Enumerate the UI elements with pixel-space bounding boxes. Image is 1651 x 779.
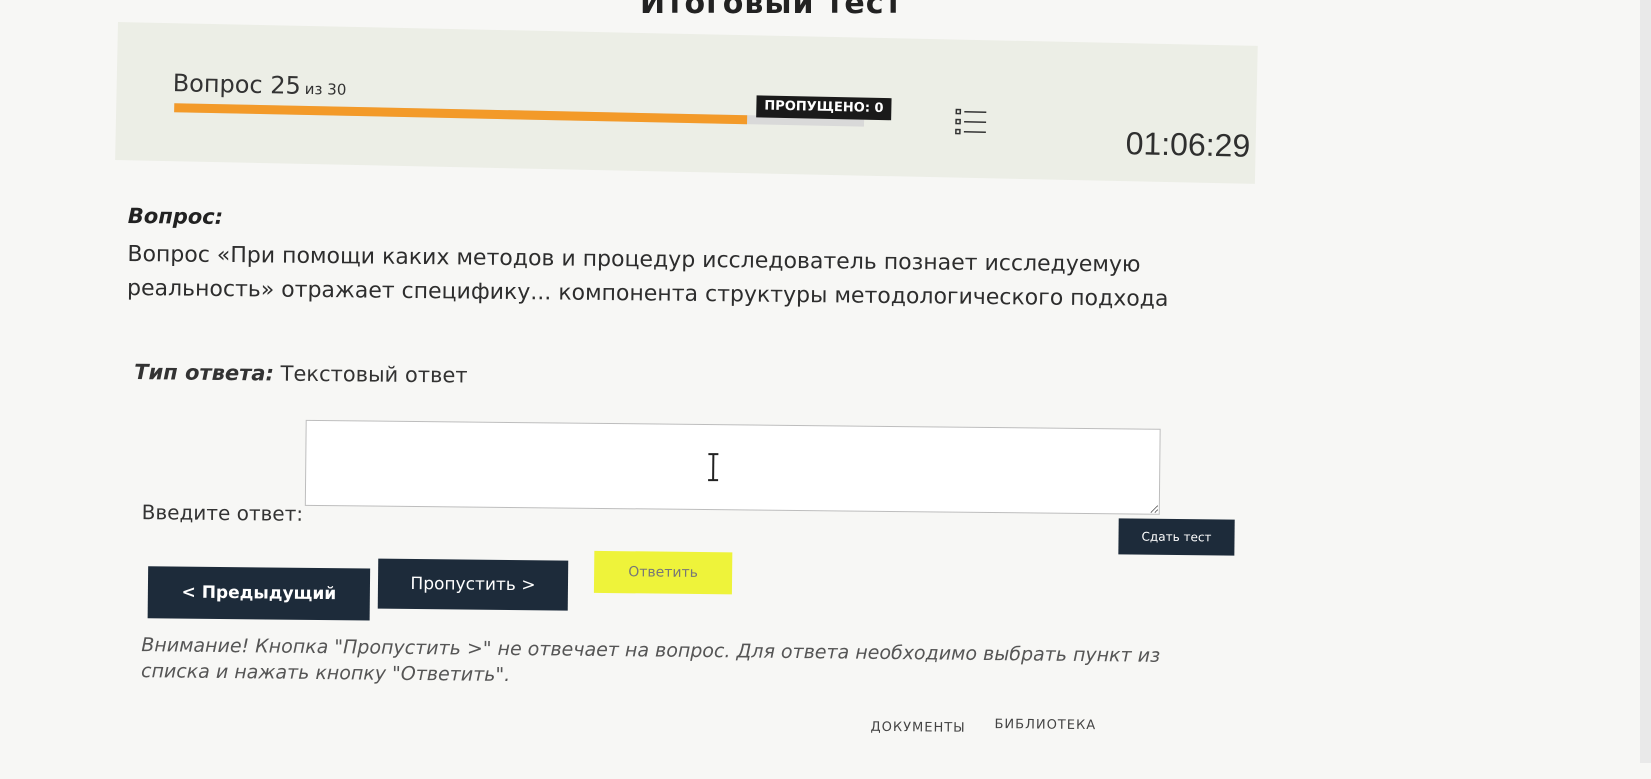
text-cursor-icon xyxy=(705,452,721,482)
answer-type-label: Тип ответа: xyxy=(134,360,274,385)
question-label: Вопрос: xyxy=(128,204,223,229)
answer-button[interactable]: Ответить xyxy=(594,551,732,594)
question-content: Вопрос: Вопрос «При помощи каких методов… xyxy=(0,0,1651,779)
previous-button[interactable]: < Предыдущий xyxy=(148,566,371,620)
footer-library-link[interactable]: БИБЛИОТЕКА xyxy=(994,717,1096,733)
warning-note: Внимание! Кнопка "Пропустить >" не отвеч… xyxy=(141,632,1231,695)
footer-documents-link[interactable]: ДОКУМЕНТЫ xyxy=(870,720,965,736)
question-text: Вопрос «При помощи каких методов и проце… xyxy=(127,238,1218,317)
skip-button[interactable]: Пропустить > xyxy=(378,559,569,611)
answer-label: Введите ответ: xyxy=(142,500,304,526)
answer-input[interactable] xyxy=(305,420,1161,515)
answer-type: Тип ответа: Текстовый ответ xyxy=(134,360,468,387)
submit-test-button[interactable]: Сдать тест xyxy=(1118,518,1234,555)
scrollbar[interactable] xyxy=(1640,0,1651,763)
answer-type-value: Текстовый ответ xyxy=(280,362,467,388)
